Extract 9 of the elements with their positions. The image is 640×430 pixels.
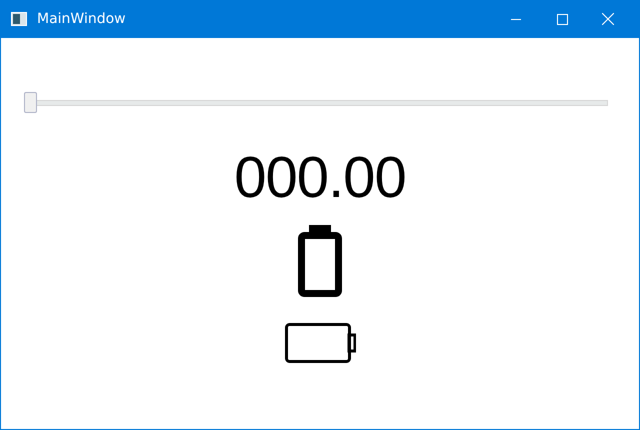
close-icon (602, 13, 614, 25)
battery-icon (298, 225, 342, 297)
window-title: MainWindow (37, 11, 126, 27)
window-icon (11, 12, 27, 26)
reading-value: 000.00 (234, 144, 406, 212)
slider[interactable] (24, 92, 608, 113)
battery-icon (284, 323, 356, 363)
maximize-icon (556, 14, 568, 24)
slider-thumb[interactable] (24, 92, 37, 113)
